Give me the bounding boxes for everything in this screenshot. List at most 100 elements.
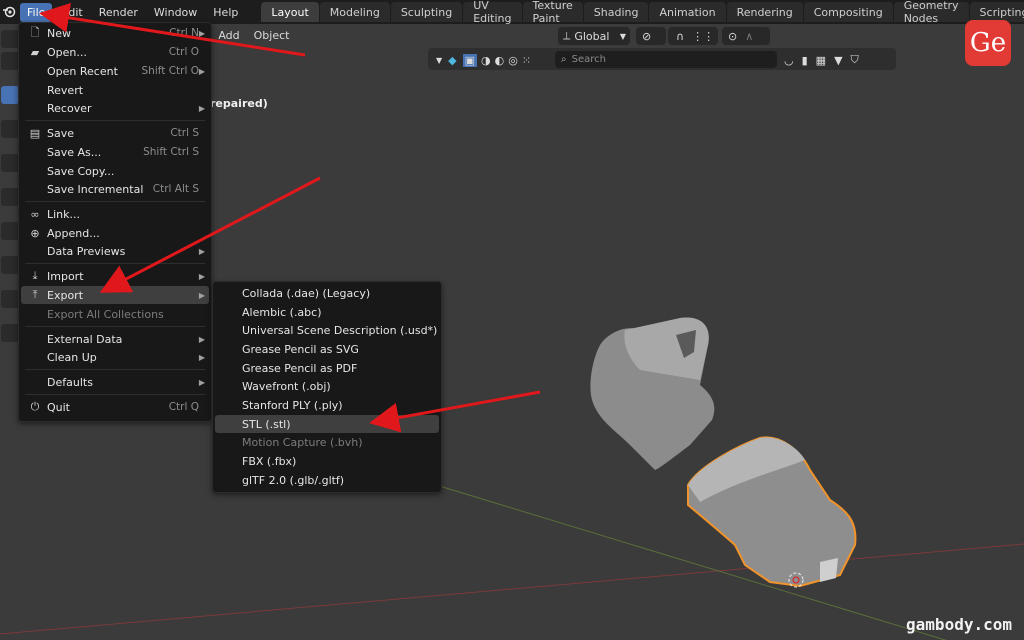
tool-cursor[interactable] (1, 30, 19, 48)
export-item-stanford-ply[interactable]: Stanford PLY (.ply) (215, 396, 439, 414)
menu-file[interactable]: File (20, 2, 53, 22)
tool-rotate[interactable] (1, 120, 19, 138)
tab-animation[interactable]: Animation (649, 2, 726, 22)
tool-scale[interactable] (1, 154, 19, 172)
tab-geometry-nodes[interactable]: Geometry Nodes (893, 0, 969, 25)
tab-scripting[interactable]: Scripting (969, 2, 1024, 22)
menu-render[interactable]: Render (92, 3, 145, 22)
tool-add-cube[interactable] (1, 290, 19, 308)
orientation-dropdown[interactable]: ⟂ Global ▼ (558, 27, 630, 45)
export-item-wavefront[interactable]: Wavefront (.obj) (215, 377, 439, 395)
grid-icon[interactable]: ⁙ (522, 54, 531, 67)
menu-item-label: Import (47, 269, 84, 283)
magnet-icon: ∩ (676, 29, 685, 43)
axes-icon: ⟂ (563, 29, 571, 42)
menu-item-label: Defaults (47, 375, 93, 389)
tab-modeling[interactable]: Modeling (319, 2, 390, 22)
menu-item-label: Export (47, 288, 84, 302)
export-item-fbx[interactable]: FBX (.fbx) (215, 452, 439, 470)
menu-window[interactable]: Window (147, 3, 204, 22)
submenu-arrow-icon: ▶ (198, 66, 205, 76)
shield-icon[interactable]: ⛉ (851, 53, 859, 67)
file-menu-item-defaults[interactable]: Defaults ▶ (21, 373, 209, 391)
tab-sculpting[interactable]: Sculpting (390, 2, 463, 22)
file-menu-item-clean-up[interactable]: Clean Up ▶ (21, 348, 209, 366)
tab-uv-editing[interactable]: UV Editing (463, 0, 522, 25)
file-menu-item-recover[interactable]: Recover ▶ (21, 99, 209, 117)
export-item-stl[interactable]: STL (.stl) (215, 415, 439, 433)
pivot-dropdown[interactable]: ⊘ (636, 27, 666, 45)
file-menu-item-external-data[interactable]: External Data ▶ (21, 330, 209, 348)
watermark-text: gambody.com (906, 615, 1012, 634)
blender-logo-icon[interactable] (2, 3, 16, 21)
tool-move[interactable] (1, 86, 19, 104)
snap-toggle[interactable]: ∩ ⋮⋮ (668, 27, 718, 45)
submenu-arrow-icon: ▶ (198, 377, 205, 387)
export-item-gltf[interactable]: glTF 2.0 (.glb/.gltf) (215, 471, 439, 489)
tab-shading[interactable]: Shading (583, 2, 649, 22)
filter-icon[interactable]: ▼ (834, 54, 842, 67)
tool-transform[interactable] (1, 188, 19, 206)
chevron-down-icon: ▼ (619, 31, 626, 41)
rendered-mode-icon[interactable]: ◐ (495, 54, 505, 67)
file-menu-item-data-previews[interactable]: Data Previews ▶ (21, 242, 209, 260)
display-mode-buttons: ▼ ◆ ▣ ◑ ◐ ◎ ⁙ (436, 51, 552, 69)
new-file-icon: 🗋 (30, 25, 40, 39)
tool-measure[interactable] (1, 256, 19, 274)
tab-compositing[interactable]: Compositing (803, 2, 893, 22)
export-item-usd[interactable]: Universal Scene Description (.usd*) (215, 321, 439, 339)
top-menubar: File Edit Render Window Help Layout Mode… (0, 0, 1024, 25)
file-menu-item-save-as[interactable]: Save As... Shift Ctrl S (21, 143, 209, 161)
chevron-down-icon[interactable]: ▼ (436, 56, 442, 65)
file-menu-item-save-incremental[interactable]: Save Incremental Ctrl Alt S (21, 180, 209, 198)
tab-texture-paint[interactable]: Texture Paint (522, 0, 583, 25)
scene-cube-icon[interactable]: ◆ (448, 54, 456, 67)
export-item-collada[interactable]: Collada (.dae) (Legacy) (215, 284, 439, 302)
file-menu-item-save[interactable]: ▤ Save Ctrl S (21, 124, 209, 142)
export-item-grease-pencil-pdf[interactable]: Grease Pencil as PDF (215, 359, 439, 377)
menu-item-label: Save As... (47, 145, 102, 159)
file-menu-item-link[interactable]: ∞ Link... (21, 205, 209, 223)
menu-item-label: Data Previews (47, 244, 126, 258)
file-menu-item-append[interactable]: ⊕ Append... (21, 224, 209, 242)
file-menu-item-import[interactable]: ⤓ Import ▶ (21, 267, 209, 285)
menu-item-label: External Data (47, 332, 123, 346)
viewport-menu-add[interactable]: Add (218, 29, 239, 42)
menu-help[interactable]: Help (206, 3, 245, 22)
file-menu-item-quit[interactable]: ⏻ Quit Ctrl Q (21, 398, 209, 416)
menu-item-label: Revert (47, 83, 84, 97)
file-menu-item-open[interactable]: ▰ Open... Ctrl O (21, 43, 209, 61)
viewport-menus: t Add Object (200, 29, 303, 42)
tab-rendering[interactable]: Rendering (726, 2, 803, 22)
menu-item-label: Stanford PLY (.ply) (242, 398, 343, 412)
menu-item-shortcut: Ctrl O (168, 46, 199, 58)
menu-item-label: Save Copy... (47, 164, 115, 178)
tool-select-box[interactable] (1, 52, 19, 70)
export-item-motion-capture: Motion Capture (.bvh) (215, 433, 439, 451)
file-menu-item-new[interactable]: 🗋 New Ctrl N ▶ (21, 24, 209, 42)
tab-layout[interactable]: Layout (261, 2, 319, 22)
export-item-alembic[interactable]: Alembic (.abc) (215, 303, 439, 321)
solid-mode-icon[interactable]: ▣ (462, 53, 478, 67)
tool-annotate[interactable] (1, 222, 19, 240)
menu-item-label: FBX (.fbx) (242, 454, 297, 468)
file-menu-item-save-copy[interactable]: Save Copy... (21, 162, 209, 180)
export-icon: ⤒ (32, 288, 38, 301)
search-input[interactable]: ⌕ Search (555, 51, 777, 68)
menu-item-label: Save Incremental (47, 182, 144, 196)
file-menu-item-open-recent[interactable]: Open Recent Shift Ctrl O ▶ (21, 62, 209, 80)
export-item-grease-pencil-svg[interactable]: Grease Pencil as SVG (215, 340, 439, 358)
proportional-edit[interactable]: ⊙ ∧ (722, 27, 770, 45)
viewport-menu-object[interactable]: Object (254, 29, 290, 42)
tool-extra[interactable] (1, 324, 19, 342)
menu-divider (25, 369, 205, 370)
visibility-icon[interactable]: ◡ (784, 54, 794, 67)
collection-icon[interactable]: ▦ (816, 54, 826, 67)
bookmark-icon[interactable]: ▮ (802, 54, 808, 67)
menu-item-label: Universal Scene Description (.usd*) (242, 323, 438, 337)
menu-edit[interactable]: Edit (54, 3, 89, 22)
viewport-shading-icon[interactable]: ◎ (508, 54, 518, 67)
file-menu-item-export[interactable]: ⤒ Export ▶ (21, 286, 209, 304)
material-mode-icon[interactable]: ◑ (481, 54, 491, 67)
file-menu-item-revert[interactable]: Revert (21, 81, 209, 99)
